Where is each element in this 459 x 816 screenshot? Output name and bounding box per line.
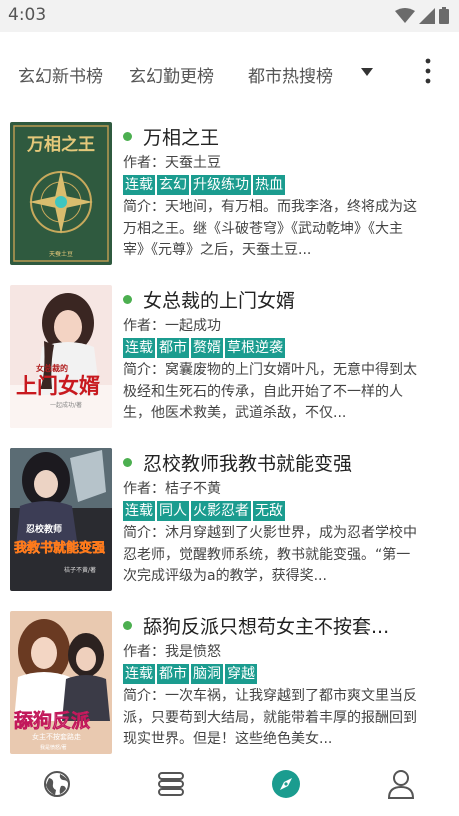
tag[interactable]: 都市 bbox=[157, 664, 189, 684]
book-author: 作者：天蚕土豆 bbox=[123, 155, 221, 171]
tag[interactable]: 草根逆袭 bbox=[225, 338, 285, 358]
book-cover[interactable]: 万相之王 天蚕土豆 bbox=[10, 122, 112, 265]
book-item[interactable]: 忍校教师 我教书就能变强 桔子不黄/著 忍校教师我教书就能变强 作者：桔子不黄 … bbox=[0, 448, 459, 608]
tag[interactable]: 同人 bbox=[157, 501, 189, 521]
book-tags: 连载 同人 火影忍者 无敌 bbox=[123, 501, 423, 521]
status-dot bbox=[123, 294, 132, 304]
cellular-signal-icon bbox=[419, 7, 435, 24]
book-info: 舔狗反派只想苟女主不按套... 作者：我是愤怒 连载 都市 脑洞 穿越 简介：一… bbox=[123, 611, 423, 751]
person-icon bbox=[387, 770, 415, 799]
bottom-navigation bbox=[0, 756, 459, 816]
book-title[interactable]: 万相之王 bbox=[143, 123, 219, 150]
book-info: 万相之王 作者：天蚕土豆 连载 玄幻 升级练功 热血 简介：天地间，有万相。而我… bbox=[123, 122, 423, 262]
compass-icon bbox=[272, 770, 300, 798]
cover-subtitle-text: 忍校教师 bbox=[26, 523, 62, 535]
cover-author-text: 桔子不黄/著 bbox=[64, 566, 96, 574]
cover-title-text: 舔狗反派 bbox=[14, 709, 91, 732]
tab-xuanhuan-update[interactable]: 玄幻勤更榜 bbox=[129, 62, 214, 87]
book-title[interactable]: 舔狗反派只想苟女主不按套... bbox=[143, 612, 389, 639]
tag[interactable]: 都市 bbox=[157, 338, 189, 358]
tag[interactable]: 无敌 bbox=[253, 501, 285, 521]
tag[interactable]: 热血 bbox=[253, 175, 285, 195]
tag[interactable]: 脑洞 bbox=[191, 664, 223, 684]
nav-profile[interactable] bbox=[385, 768, 417, 800]
cover-subtitle-text: 女总裁的 bbox=[36, 363, 68, 373]
book-item[interactable]: 万相之王 天蚕土豆 万相之王 作者：天蚕土豆 连载 玄幻 升级练功 热血 简介：… bbox=[0, 122, 459, 282]
status-icons bbox=[395, 7, 449, 24]
wifi-icon bbox=[395, 7, 415, 23]
globe-icon bbox=[44, 771, 70, 797]
cover-title-text: 我教书就能变强 bbox=[14, 540, 105, 556]
book-title[interactable]: 忍校教师我教书就能变强 bbox=[143, 449, 352, 476]
book-description: 简介：窝囊废物的上门女婿叶凡，无意中得到太极经和生死石的传承，自此开始了不一样的… bbox=[123, 362, 417, 421]
book-item[interactable]: 女总裁的 上门女婿 一起成功/著 女总裁的上门女婿 作者：一起成功 连载 都市 … bbox=[0, 285, 459, 445]
book-info: 女总裁的上门女婿 作者：一起成功 连载 都市 赘婿 草根逆袭 简介：窝囊废物的上… bbox=[123, 285, 423, 425]
status-dot bbox=[123, 131, 132, 141]
ranking-tab-bar: 玄幻新书榜 玄幻勤更榜 都市热搜榜 bbox=[0, 32, 459, 112]
book-cover[interactable]: 女总裁的 上门女婿 一起成功/著 bbox=[10, 285, 112, 428]
status-dot bbox=[123, 457, 132, 467]
book-description: 简介：一次车祸，让我穿越到了都市爽文里当反派，只要苟到大结局，就能带着丰厚的报酬… bbox=[123, 688, 417, 747]
tag[interactable]: 连载 bbox=[123, 175, 155, 195]
tab-xuanhuan-new[interactable]: 玄幻新书榜 bbox=[18, 62, 103, 87]
book-title[interactable]: 女总裁的上门女婿 bbox=[143, 286, 295, 313]
status-time: 4:03 bbox=[8, 5, 47, 25]
cover-author-text: 我是愤怒/著 bbox=[40, 744, 67, 751]
tag[interactable]: 火影忍者 bbox=[191, 501, 251, 521]
book-cover[interactable]: 舔狗反派 女主不按套路走 我是愤怒/著 bbox=[10, 611, 112, 754]
tag[interactable]: 连载 bbox=[123, 338, 155, 358]
tag[interactable]: 玄幻 bbox=[157, 175, 189, 195]
nav-explore[interactable] bbox=[270, 768, 302, 800]
book-info: 忍校教师我教书就能变强 作者：桔子不黄 连载 同人 火影忍者 无敌 简介：沐月穿… bbox=[123, 448, 423, 588]
book-tags: 连载 都市 脑洞 穿越 bbox=[123, 664, 423, 684]
book-author: 作者：一起成功 bbox=[123, 318, 221, 334]
tag[interactable]: 连载 bbox=[123, 501, 155, 521]
battery-icon bbox=[439, 7, 449, 24]
tab-dropdown-icon[interactable] bbox=[359, 65, 375, 79]
tag[interactable]: 穿越 bbox=[225, 664, 257, 684]
cover-subtitle-text: 女主不按套路走 bbox=[32, 732, 81, 741]
tag[interactable]: 赘婿 bbox=[191, 338, 223, 358]
book-item[interactable]: 舔狗反派 女主不按套路走 我是愤怒/著 舔狗反派只想苟女主不按套... 作者：我… bbox=[0, 611, 459, 771]
book-tags: 连载 都市 赘婿 草根逆袭 bbox=[123, 338, 423, 358]
nav-bookshelf[interactable] bbox=[155, 768, 187, 800]
more-options-icon[interactable] bbox=[416, 56, 440, 86]
status-dot bbox=[123, 620, 132, 630]
cover-title-text: 上门女婿 bbox=[16, 374, 100, 398]
bookshelf-icon bbox=[158, 772, 184, 796]
cover-author-text: 一起成功/著 bbox=[50, 401, 82, 409]
book-author: 作者：我是愤怒 bbox=[123, 644, 221, 660]
tag[interactable]: 连载 bbox=[123, 664, 155, 684]
book-author: 作者：桔子不黄 bbox=[123, 481, 221, 497]
tab-urban-hot[interactable]: 都市热搜榜 bbox=[248, 62, 333, 87]
status-bar: 4:03 bbox=[0, 0, 459, 32]
book-tags: 连载 玄幻 升级练功 热血 bbox=[123, 175, 423, 195]
cover-title-text: 万相之王 bbox=[26, 134, 95, 155]
book-description: 简介：天地间，有万相。而我李洛，终将成为这万相之王。继《斗破苍穹》《武动乾坤》《… bbox=[123, 199, 417, 258]
book-cover[interactable]: 忍校教师 我教书就能变强 桔子不黄/著 bbox=[10, 448, 112, 591]
nav-discover-globe[interactable] bbox=[41, 768, 73, 800]
book-description: 简介：沐月穿越到了火影世界，成为忍者学校中忍老师，觉醒教师系统，教书就能变强。“… bbox=[123, 525, 417, 584]
tag[interactable]: 升级练功 bbox=[191, 175, 251, 195]
cover-author-text: 天蚕土豆 bbox=[49, 250, 73, 258]
